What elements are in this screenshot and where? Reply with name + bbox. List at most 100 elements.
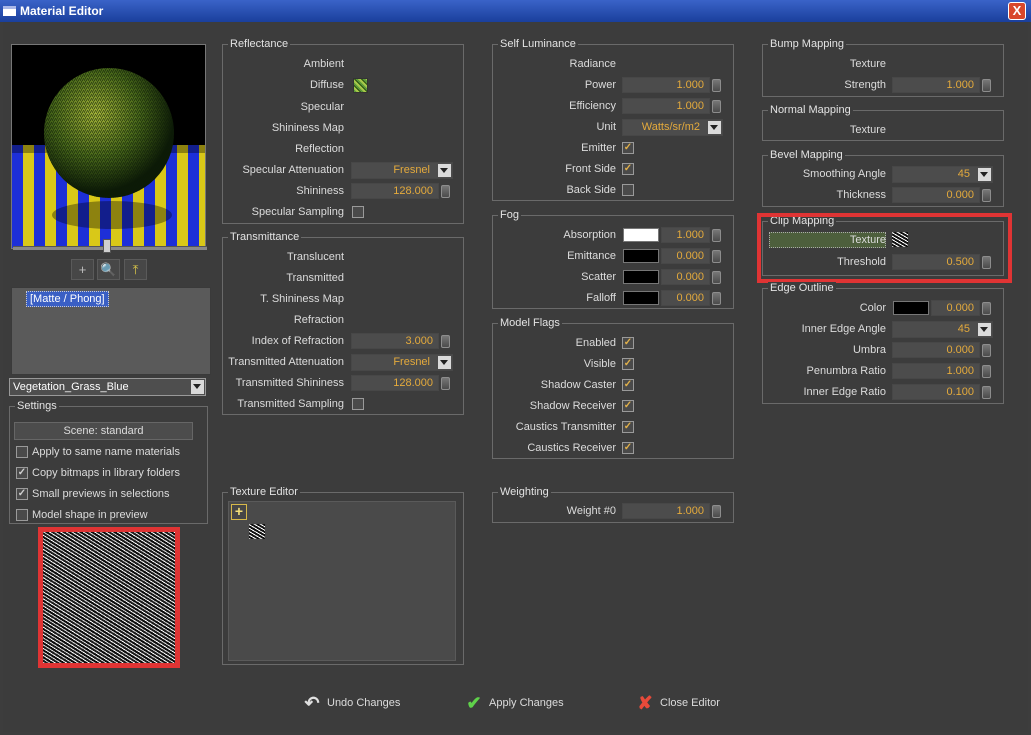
umbra-input[interactable]: 0.000: [892, 342, 980, 358]
back-side-checkbox[interactable]: [622, 184, 634, 196]
window-title: Material Editor: [20, 4, 104, 18]
undo-changes-button[interactable]: ↶ Undo Changes: [301, 692, 411, 716]
edge-color-swatch[interactable]: [893, 301, 929, 315]
weighting-title: Weighting: [498, 486, 551, 498]
chevron-down-icon[interactable]: [438, 164, 451, 177]
specular-sampling-checkbox[interactable]: [352, 206, 364, 218]
close-window-button[interactable]: X: [1008, 2, 1026, 20]
bevel-mapping-group: Bevel Mapping Smoothing Angle 45 Thickne…: [762, 149, 1004, 207]
specular-sampling-label: Specular Sampling: [251, 206, 344, 218]
falloff-spinner[interactable]: [712, 292, 721, 305]
falloff-input[interactable]: 0.000: [661, 290, 710, 306]
transmitted-sampling-checkbox[interactable]: [352, 398, 364, 410]
preview-slider-handle[interactable]: [103, 239, 111, 253]
zoom-in-icon[interactable]: +: [71, 259, 94, 280]
unit-select[interactable]: Watts/sr/m2: [622, 119, 723, 136]
penumbra-ratio-input[interactable]: 1.000: [892, 363, 980, 379]
thickness-input[interactable]: 0.000: [892, 187, 980, 203]
apply-changes-button[interactable]: ✔ Apply Changes: [463, 692, 573, 716]
efficiency-input[interactable]: 1.000: [622, 98, 710, 114]
material-tree-list[interactable]: [Matte / Phong]: [11, 287, 211, 375]
visible-checkbox[interactable]: ✓: [622, 358, 634, 370]
texture-editor-canvas[interactable]: +: [228, 501, 456, 661]
edge-color-input[interactable]: 0.000: [931, 300, 980, 316]
strength-input[interactable]: 1.000: [892, 77, 980, 93]
bump-texture-label: Texture: [849, 58, 886, 70]
shininess-input[interactable]: 128.000: [351, 183, 439, 199]
close-editor-button[interactable]: ✘ Close Editor: [634, 692, 734, 716]
emitter-checkbox[interactable]: ✓: [622, 142, 634, 154]
enabled-checkbox[interactable]: ✓: [622, 337, 634, 349]
transmitted-shininess-input[interactable]: 128.000: [351, 375, 439, 391]
shininess-spinner[interactable]: [441, 185, 450, 198]
scene-button[interactable]: Scene: standard: [14, 422, 193, 440]
reflectance-group: Reflectance Ambient Diffuse Specular Shi…: [222, 38, 464, 224]
specular-attenuation-select[interactable]: Fresnel: [351, 162, 453, 179]
transmitted-shininess-spinner[interactable]: [441, 377, 450, 390]
model-shape-checkbox[interactable]: [16, 509, 28, 521]
falloff-color-swatch[interactable]: [623, 291, 659, 305]
inner-edge-ratio-input[interactable]: 0.100: [892, 384, 980, 400]
t-shininess-map-label: T. Shininess Map: [260, 293, 344, 305]
emittance-color-swatch[interactable]: [623, 249, 659, 263]
edge-color-spinner[interactable]: [982, 302, 991, 315]
ior-spinner[interactable]: [441, 335, 450, 348]
chevron-down-icon[interactable]: [438, 356, 451, 369]
material-preview-viewport[interactable]: [11, 44, 206, 249]
caustics-receiver-checkbox[interactable]: ✓: [622, 442, 634, 454]
shadow-caster-checkbox[interactable]: ✓: [622, 379, 634, 391]
chevron-down-icon[interactable]: [978, 323, 991, 336]
penumbra-ratio-spinner[interactable]: [982, 365, 991, 378]
strength-spinner[interactable]: [982, 79, 991, 92]
edge-outline-title: Edge Outline: [768, 282, 836, 294]
back-side-label: Back Side: [566, 184, 616, 196]
add-texture-button[interactable]: +: [231, 504, 247, 520]
texture-preview-highlight: [38, 527, 180, 668]
scatter-color-swatch[interactable]: [623, 270, 659, 284]
caustics-transmitter-checkbox[interactable]: ✓: [622, 421, 634, 433]
inner-edge-angle-select[interactable]: 45: [892, 321, 993, 338]
thickness-spinner[interactable]: [982, 189, 991, 202]
chevron-down-icon[interactable]: [191, 380, 204, 394]
scatter-input[interactable]: 0.000: [661, 269, 710, 285]
smoothing-angle-select[interactable]: 45: [892, 166, 993, 183]
shadow-receiver-checkbox[interactable]: ✓: [622, 400, 634, 412]
strength-label: Strength: [844, 79, 886, 91]
material-tree-item[interactable]: [Matte / Phong]: [26, 291, 109, 307]
chevron-down-icon[interactable]: [708, 121, 721, 134]
emittance-spinner[interactable]: [712, 250, 721, 263]
shininess-map-label: Shininess Map: [271, 122, 344, 134]
weight0-input[interactable]: 1.000: [622, 503, 710, 519]
emittance-label: Emittance: [567, 250, 616, 262]
shadow-receiver-label: Shadow Receiver: [529, 400, 616, 412]
settings-group: Settings Scene: standard Apply to same n…: [9, 400, 208, 524]
zoom-search-icon[interactable]: 🔍: [97, 259, 120, 280]
scatter-spinner[interactable]: [712, 271, 721, 284]
front-side-checkbox[interactable]: ✓: [622, 163, 634, 175]
power-input[interactable]: 1.000: [622, 77, 710, 93]
power-spinner[interactable]: [712, 79, 721, 92]
ior-input[interactable]: 3.000: [351, 333, 439, 349]
copy-bitmaps-checkbox[interactable]: ✓: [16, 467, 28, 479]
weight0-spinner[interactable]: [712, 505, 721, 518]
transmitted-attenuation-select[interactable]: Fresnel: [351, 354, 453, 371]
smoothing-angle-label: Smoothing Angle: [802, 168, 886, 180]
diffuse-texture-swatch[interactable]: [353, 78, 368, 93]
emittance-input[interactable]: 0.000: [661, 248, 710, 264]
export-icon[interactable]: ⤒: [124, 259, 147, 280]
model-flags-title: Model Flags: [498, 317, 562, 329]
material-select[interactable]: Vegetation_Grass_Blue: [9, 378, 206, 396]
specular-attenuation-label: Specular Attenuation: [242, 164, 344, 176]
chevron-down-icon[interactable]: [978, 168, 991, 181]
umbra-spinner[interactable]: [982, 344, 991, 357]
absorption-input[interactable]: 1.000: [661, 227, 710, 243]
inner-edge-ratio-spinner[interactable]: [982, 386, 991, 399]
small-previews-checkbox[interactable]: ✓: [16, 488, 28, 500]
absorption-spinner[interactable]: [712, 229, 721, 242]
texture-node-thumbnail[interactable]: [249, 524, 265, 539]
edge-color-label: Color: [859, 302, 886, 314]
transmitted-label: Transmitted: [286, 272, 344, 284]
absorption-color-swatch[interactable]: [623, 228, 659, 242]
efficiency-spinner[interactable]: [712, 100, 721, 113]
apply-same-name-checkbox[interactable]: [16, 446, 28, 458]
